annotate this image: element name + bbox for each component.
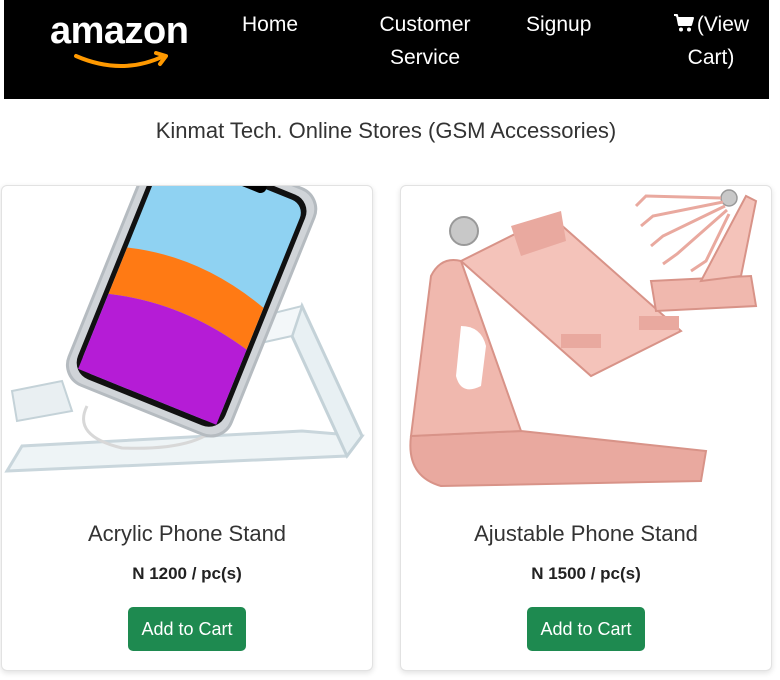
nav-view-cart-link[interactable]: (View Cart) [656,8,766,74]
product-name: Ajustable Phone Stand [474,521,698,546]
shopping-cart-icon [673,14,694,32]
product-card-adjustable: Ajustable Phone Stand N 1500 / pc(s) Add… [400,185,772,671]
store-title: Kinmat Tech. Online Stores (GSM Accessor… [155,118,617,143]
acrylic-phone-stand-image [4,186,365,473]
nav-signup-link[interactable]: Signup [526,8,591,41]
nav-customer-service-line2: Service [389,46,461,69]
top-navbar: amazon Home Customer Service Signup (Vie… [4,0,769,99]
nav-cart-line2: Cart) [687,46,735,69]
logo-text: amazon [50,10,189,52]
nav-customer-service-line1: Customer [379,13,471,36]
nav-customer-service-link[interactable]: Customer Service [370,8,480,74]
product-card-acrylic: Acrylic Phone Stand N 1200 / pc(s) Add t… [1,185,373,671]
product-name: Acrylic Phone Stand [87,521,287,546]
add-to-cart-button[interactable]: Add to Cart [128,607,246,651]
product-price: N 1200 / pc(s) [132,564,242,583]
nav-home-link[interactable]: Home [242,8,298,41]
adjustable-phone-stand-image [409,189,758,488]
product-price: N 1500 / pc(s) [531,564,641,583]
amazon-logo[interactable]: amazon [50,10,200,70]
smile-arrow-icon [74,51,168,68]
nav-cart-line1: (View [696,13,750,36]
add-to-cart-button[interactable]: Add to Cart [527,607,645,651]
